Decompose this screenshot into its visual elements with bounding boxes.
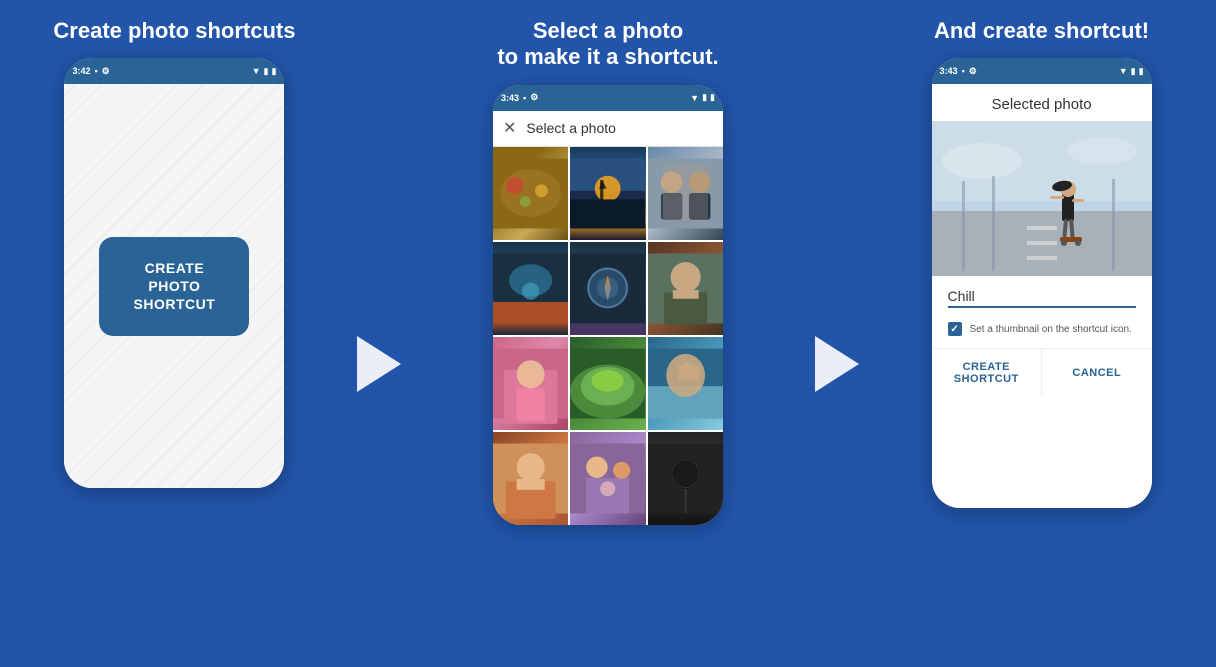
signal-icon-2: ▮ bbox=[702, 92, 707, 103]
photo-cell-1[interactable] bbox=[493, 147, 568, 240]
photo-cell-12[interactable] bbox=[648, 432, 723, 525]
status-icon-2: ⚙ bbox=[102, 66, 110, 77]
section2-title: Select a photo to make it a shortcut. bbox=[497, 18, 718, 71]
status-icon-1: ▪ bbox=[94, 66, 97, 76]
photo-select-header: ✕ Select a photo bbox=[493, 111, 723, 147]
status-time-1: 3:42 bbox=[72, 66, 90, 76]
battery-icon: ▮ bbox=[271, 66, 276, 77]
photo-cell-9[interactable] bbox=[648, 337, 723, 430]
create-photo-shortcut-button[interactable]: CREATE PHOTO SHORTCUT bbox=[99, 237, 249, 336]
checkmark-icon: ✓ bbox=[950, 324, 958, 335]
section-finalize: And create shortcut! 3:43 ▪ ⚙ ▼ ▮ ▮ Sele… bbox=[867, 0, 1216, 667]
status-icon-5: ▪ bbox=[962, 66, 965, 76]
shortcut-name-input[interactable] bbox=[948, 286, 1136, 308]
section1-title: Create photo shortcuts bbox=[53, 18, 295, 44]
selected-photo-label: Selected photo bbox=[932, 84, 1152, 121]
thumbnail-label: Set a thumbnail on the shortcut icon. bbox=[970, 324, 1132, 335]
wifi-icon-3: ▼ bbox=[1119, 66, 1128, 76]
status-icon-3: ▪ bbox=[523, 93, 526, 103]
select-photo-title: Select a photo bbox=[526, 120, 713, 136]
name-input-area bbox=[932, 276, 1152, 314]
photo-cell-7[interactable] bbox=[493, 337, 568, 430]
arrow-right-icon-2 bbox=[815, 336, 859, 392]
photo-cell-5[interactable] bbox=[570, 242, 645, 335]
photo-cell-11[interactable] bbox=[570, 432, 645, 525]
thumbnail-checkbox[interactable]: ✓ bbox=[948, 322, 962, 336]
action-buttons: CREATE SHORTCUT CANCEL bbox=[932, 348, 1152, 397]
signal-icon-3: ▮ bbox=[1131, 66, 1136, 77]
status-time-2: 3:43 bbox=[501, 93, 519, 103]
signal-icon: ▮ bbox=[264, 66, 269, 77]
wifi-icon: ▼ bbox=[252, 66, 261, 76]
status-icon-6: ⚙ bbox=[969, 66, 977, 77]
photo-cell-8[interactable] bbox=[570, 337, 645, 430]
status-icon-4: ⚙ bbox=[530, 92, 538, 103]
arrow2 bbox=[807, 0, 867, 667]
wifi-icon-2: ▼ bbox=[690, 93, 699, 103]
arrow1 bbox=[349, 0, 409, 667]
phone1-body: CREATE PHOTO SHORTCUT bbox=[64, 84, 284, 488]
selected-photo bbox=[932, 121, 1152, 276]
battery-icon-3: ▮ bbox=[1139, 66, 1144, 77]
phone1-status-bar: 3:42 ▪ ⚙ ▼ ▮ ▮ bbox=[64, 58, 284, 84]
phone2-status-bar: 3:43 ▪ ⚙ ▼ ▮ ▮ bbox=[493, 85, 723, 111]
create-shortcut-button[interactable]: CREATE SHORTCUT bbox=[932, 349, 1043, 397]
phone2: 3:43 ▪ ⚙ ▼ ▮ ▮ ✕ Select a photo bbox=[493, 85, 723, 525]
cancel-button[interactable]: CANCEL bbox=[1042, 349, 1152, 397]
phone3-status-bar: 3:43 ▪ ⚙ ▼ ▮ ▮ bbox=[932, 58, 1152, 84]
photo-cell-3[interactable] bbox=[648, 147, 723, 240]
phone3: 3:43 ▪ ⚙ ▼ ▮ ▮ Selected photo bbox=[932, 58, 1152, 508]
battery-icon-2: ▮ bbox=[710, 92, 715, 103]
phone3-body: Selected photo bbox=[932, 84, 1152, 508]
photo-cell-10[interactable] bbox=[493, 432, 568, 525]
photo-cell-2[interactable] bbox=[570, 147, 645, 240]
section3-title: And create shortcut! bbox=[934, 18, 1149, 44]
close-icon[interactable]: ✕ bbox=[503, 118, 516, 138]
section-select: Select a photo to make it a shortcut. 3:… bbox=[409, 0, 807, 667]
arrow-right-icon bbox=[357, 336, 401, 392]
photo-cell-6[interactable] bbox=[648, 242, 723, 335]
photo-grid bbox=[493, 147, 723, 525]
section-create: Create photo shortcuts 3:42 ▪ ⚙ ▼ ▮ ▮ CR… bbox=[0, 0, 349, 667]
status-time-3: 3:43 bbox=[940, 66, 958, 76]
photo-cell-4[interactable] bbox=[493, 242, 568, 335]
phone1: 3:42 ▪ ⚙ ▼ ▮ ▮ CREATE PHOTO SHORTCUT bbox=[64, 58, 284, 488]
thumbnail-option: ✓ Set a thumbnail on the shortcut icon. bbox=[932, 314, 1152, 344]
